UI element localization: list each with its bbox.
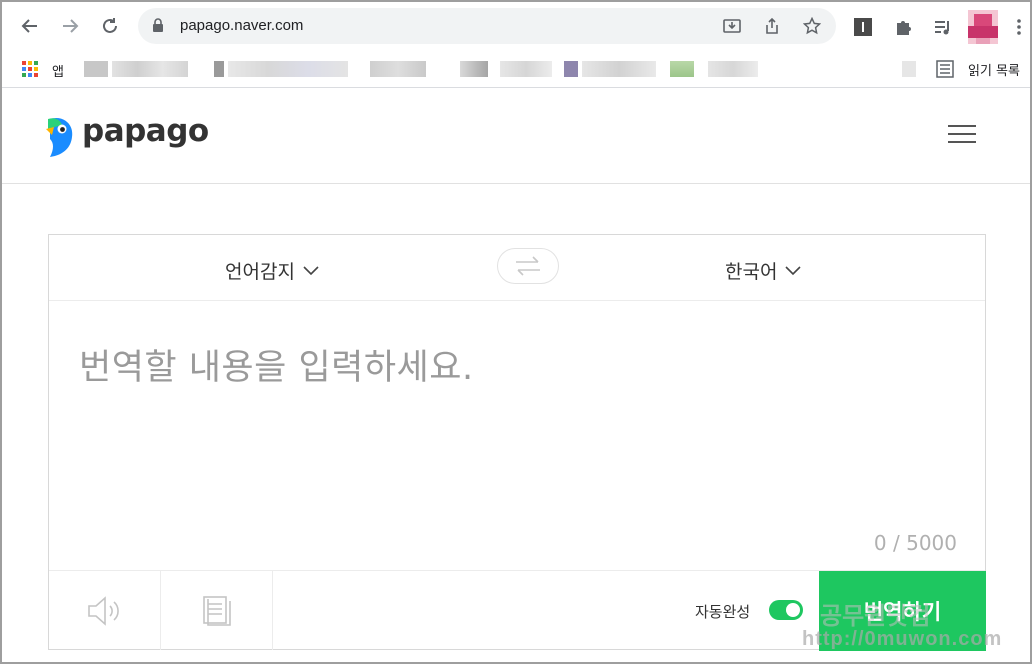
star-icon[interactable] <box>802 16 822 36</box>
address-bar[interactable]: papago.naver.com <box>138 8 836 44</box>
reload-button[interactable] <box>96 12 124 40</box>
papago-header: papago <box>2 89 1030 184</box>
source-language-select[interactable]: 언어감지 <box>225 257 319 284</box>
extension-icon[interactable] <box>852 16 874 38</box>
chevron-down-icon <box>303 265 319 275</box>
blurred-bookmark[interactable] <box>370 61 426 77</box>
chevron-down-icon <box>785 265 802 275</box>
speaker-icon <box>87 595 119 626</box>
papago-logo-text[interactable]: papago <box>82 113 209 149</box>
blurred-bookmark[interactable] <box>902 61 916 77</box>
blurred-bookmark[interactable] <box>84 61 108 77</box>
blurred-bookmark[interactable] <box>708 61 758 77</box>
char-counter: 0 / 5000 <box>873 531 957 555</box>
blurred-bookmark[interactable] <box>582 61 656 77</box>
puzzle-icon[interactable] <box>892 16 914 38</box>
reading-list-icon[interactable] <box>936 60 954 82</box>
back-button[interactable] <box>16 12 44 40</box>
swap-languages-button[interactable] <box>497 248 559 284</box>
media-control-icon[interactable] <box>932 16 954 38</box>
share-icon[interactable] <box>762 16 782 36</box>
browser-toolbar: papago.naver.com <box>2 2 1030 52</box>
watermark-url: http://0muwon.com <box>802 628 1003 650</box>
papago-parrot-icon[interactable] <box>42 115 76 163</box>
target-language-select[interactable]: 한국어 <box>725 257 802 284</box>
source-text-input[interactable]: 번역할 내용을 입력하세요. <box>79 339 474 390</box>
blurred-bookmark[interactable] <box>112 61 188 77</box>
autocomplete-toggle[interactable] <box>769 600 803 620</box>
translator-panel: 언어감지 한국어 번역할 내용을 입력하세요. 0 / 5000 자동완성 번역… <box>48 234 986 651</box>
blurred-bookmark[interactable] <box>500 61 552 77</box>
apps-label[interactable]: 앱 <box>52 61 64 80</box>
forward-button[interactable] <box>56 12 84 40</box>
reading-list-label[interactable]: 읽기 목록 <box>968 60 1020 79</box>
document-icon <box>202 595 231 626</box>
apps-grid-icon[interactable] <box>22 61 38 81</box>
swap-arrows-icon <box>516 256 540 276</box>
blurred-bookmark[interactable] <box>228 61 348 77</box>
blurred-bookmark[interactable] <box>670 61 694 77</box>
toggle-knob <box>786 603 800 617</box>
listen-button[interactable] <box>49 571 161 650</box>
target-language-label: 한국어 <box>725 261 778 283</box>
lock-icon <box>153 18 163 32</box>
reload-icon <box>103 18 117 33</box>
language-bar: 언어감지 한국어 <box>49 235 985 301</box>
menu-hamburger-icon[interactable] <box>948 125 976 145</box>
watermark-title: 공무원닷컴 <box>820 602 931 630</box>
bookmarks-bar: 앱 읽기 목록 <box>2 52 1030 88</box>
arrow-right-icon <box>63 19 79 33</box>
source-language-label: 언어감지 <box>225 261 295 283</box>
arrow-left-icon <box>21 19 37 33</box>
autocomplete-label: 자동완성 <box>695 603 751 621</box>
blurred-bookmark[interactable] <box>214 61 224 77</box>
profile-avatar[interactable] <box>968 10 998 44</box>
blurred-bookmark[interactable] <box>564 61 578 77</box>
url-text: papago.naver.com <box>180 17 304 34</box>
handwriting-button[interactable] <box>161 571 273 650</box>
install-icon[interactable] <box>722 16 742 36</box>
blurred-bookmark[interactable] <box>460 61 488 77</box>
menu-dots-icon[interactable] <box>1014 16 1024 38</box>
